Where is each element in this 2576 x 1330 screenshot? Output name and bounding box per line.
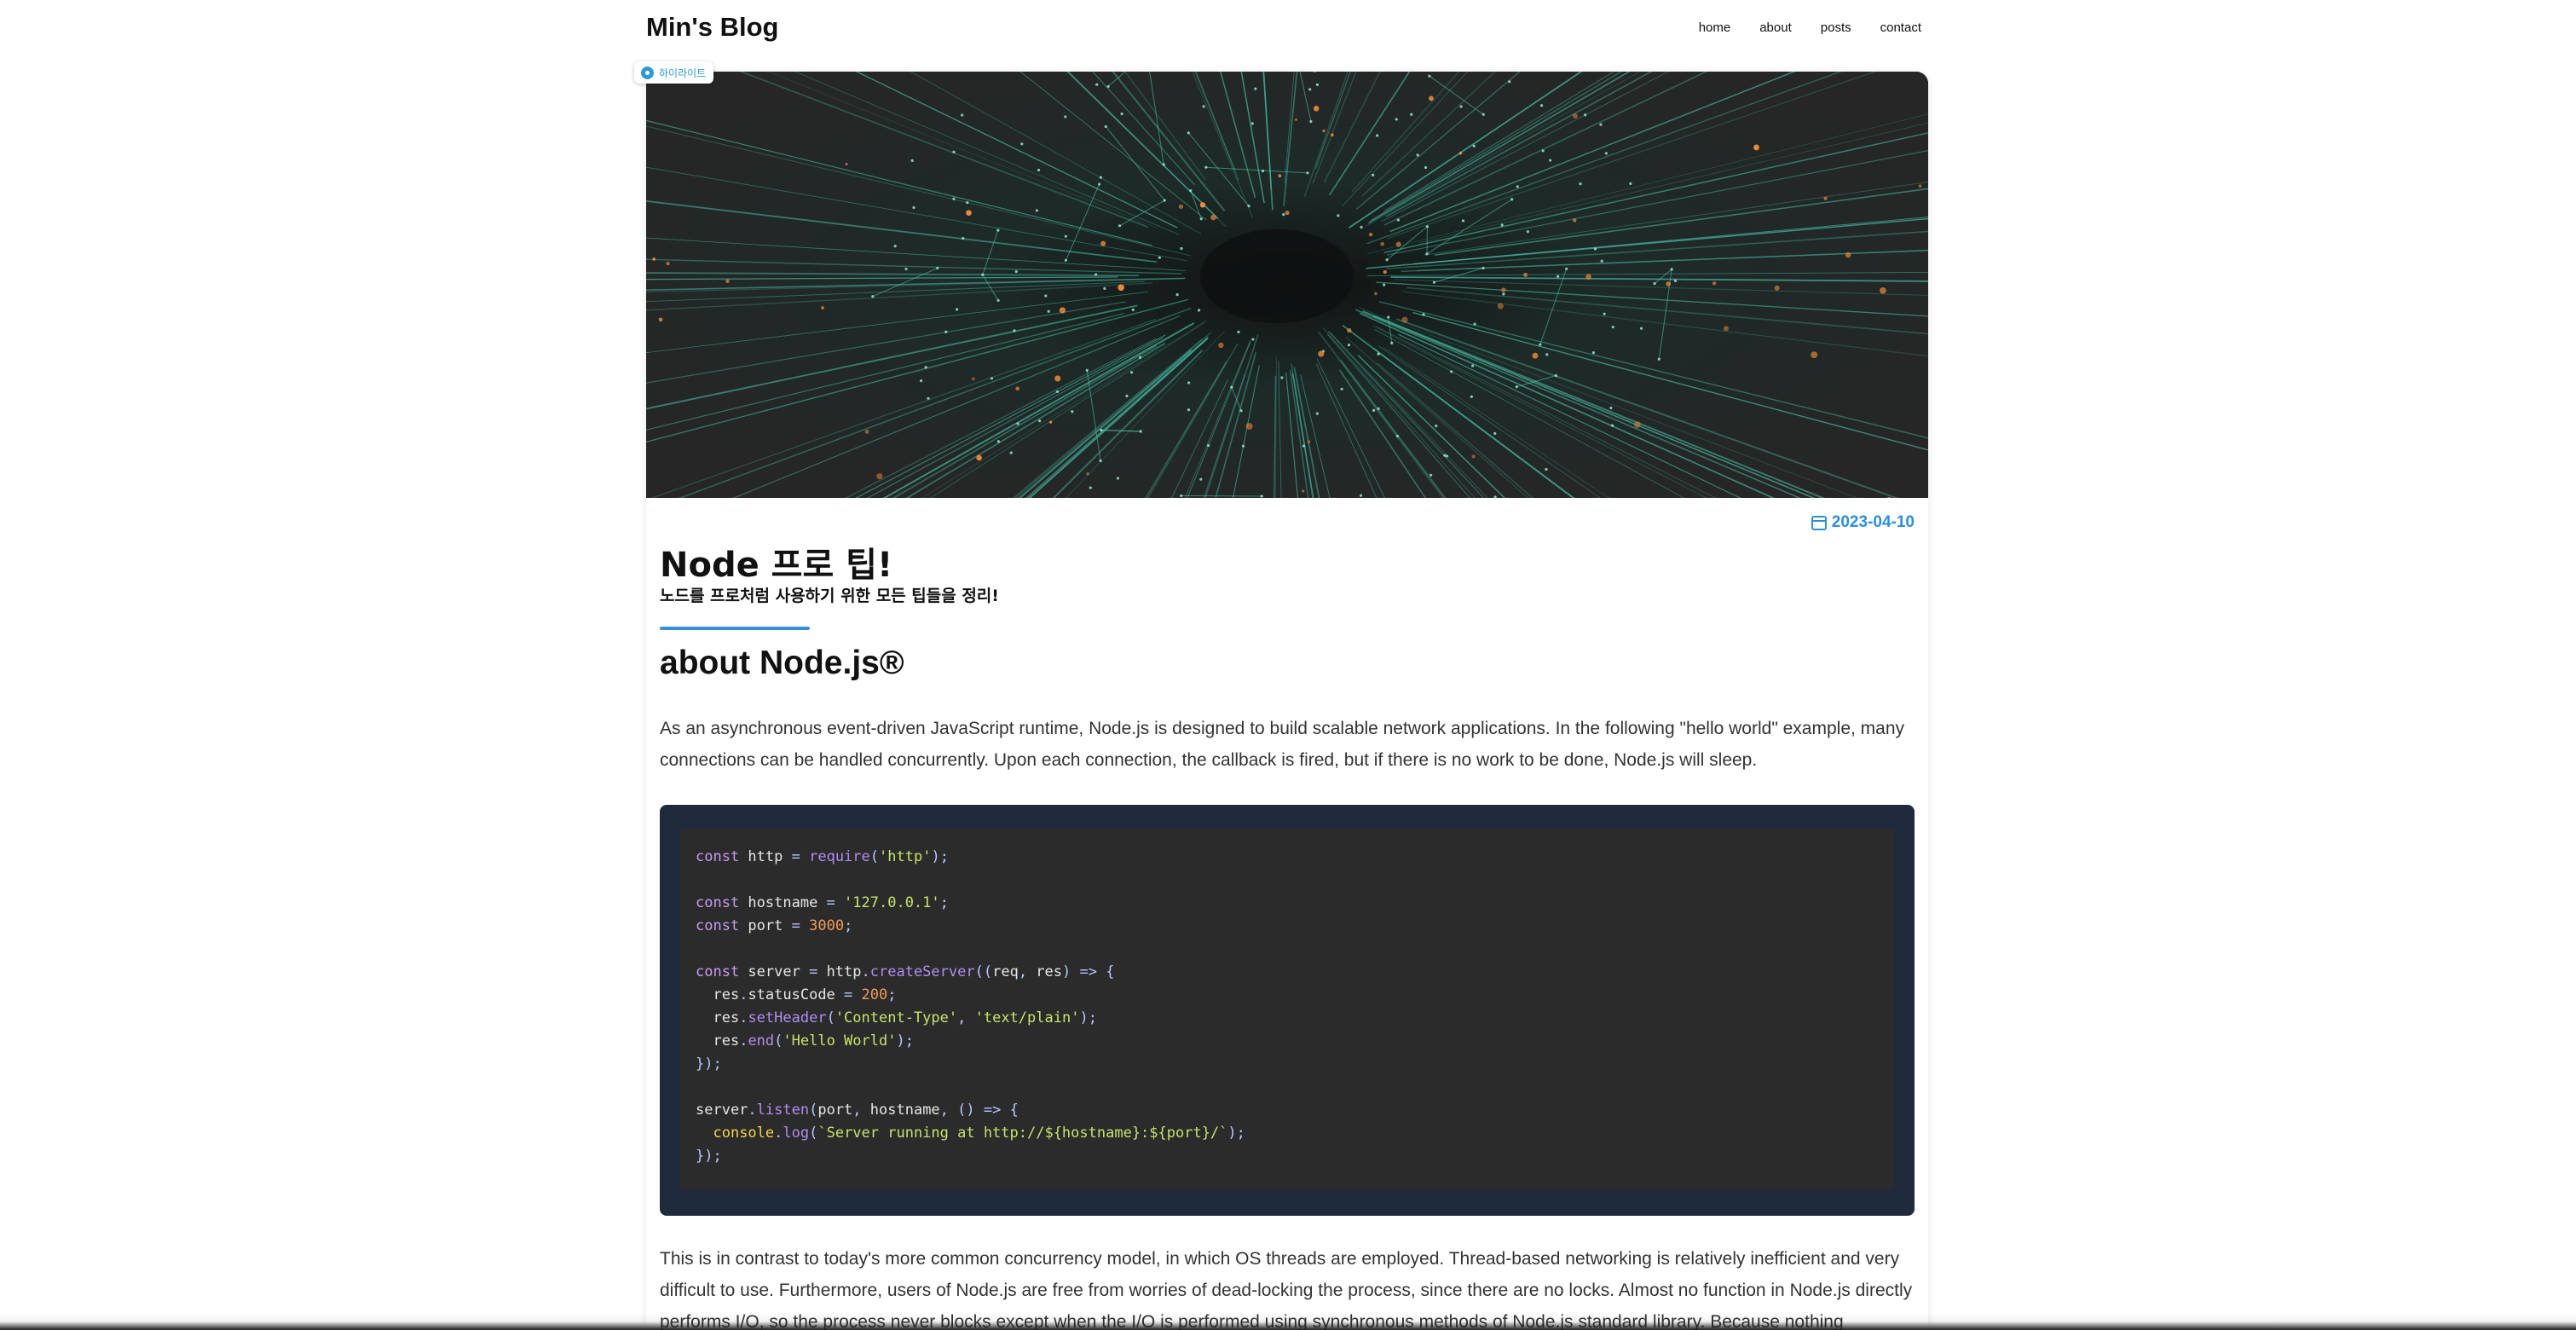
highlight-icon <box>641 66 654 79</box>
code-line: server.listen(port, hostname, () => { <box>696 1102 1019 1119</box>
nav-about-link[interactable]: about <box>1759 20 1792 35</box>
code-line: const http = require('http'); <box>696 848 949 865</box>
post-title: Node 프로 팁! <box>660 546 893 585</box>
code-line: const hostname = '127.0.0.1'; <box>696 894 949 911</box>
nav-home-link[interactable]: home <box>1699 20 1731 35</box>
main-nav: home about posts contact <box>1699 20 1921 35</box>
viewport-bottom-edge <box>0 1313 2576 1330</box>
code-block: const http = require('http'); const hostn… <box>660 805 1915 1216</box>
title-divider <box>660 627 810 630</box>
post-date-text: 2023-04-10 <box>1831 513 1915 531</box>
calendar-icon <box>1811 515 1827 530</box>
hero-image <box>646 72 1928 498</box>
code-content: const http = require('http'); const hostn… <box>680 829 1894 1190</box>
highlight-badge[interactable]: 하이라이트 <box>634 61 714 84</box>
code-line: res.end('Hello World'); <box>696 1032 914 1050</box>
code-line: console.log(`Server running at http://${… <box>713 1125 1245 1142</box>
site-header: Min's Blog home about posts contact <box>646 0 1928 58</box>
code-line: }); <box>696 1055 722 1073</box>
nav-posts-link[interactable]: posts <box>1821 20 1851 35</box>
post-subtitle: 노드를 프로처럼 사용하기 위한 모든 팁들을 정리! <box>660 587 999 605</box>
post-date: 2023-04-10 <box>1811 513 1915 532</box>
post-card: 2023-04-10 Node 프로 팁! 노드를 프로처럼 사용하기 위한 모… <box>646 72 1928 1330</box>
code-line: }); <box>696 1148 722 1165</box>
highlight-badge-label: 하이라이트 <box>659 66 707 79</box>
network-tunnel-illustration <box>646 72 1928 498</box>
code-line: const server = http.createServer((req, r… <box>696 963 1115 980</box>
nav-contact-link[interactable]: contact <box>1880 20 1921 35</box>
code-line: res.setHeader('Content-Type', 'text/plai… <box>696 1009 1097 1026</box>
intro-paragraph: As an asynchronous event-driven JavaScri… <box>660 719 1905 770</box>
code-line: const port = 3000; <box>696 917 853 934</box>
site-logo[interactable]: Min's Blog <box>646 12 778 43</box>
section-heading: about Node.js® <box>660 645 904 681</box>
code-line: res.statusCode = 200; <box>696 986 897 1003</box>
